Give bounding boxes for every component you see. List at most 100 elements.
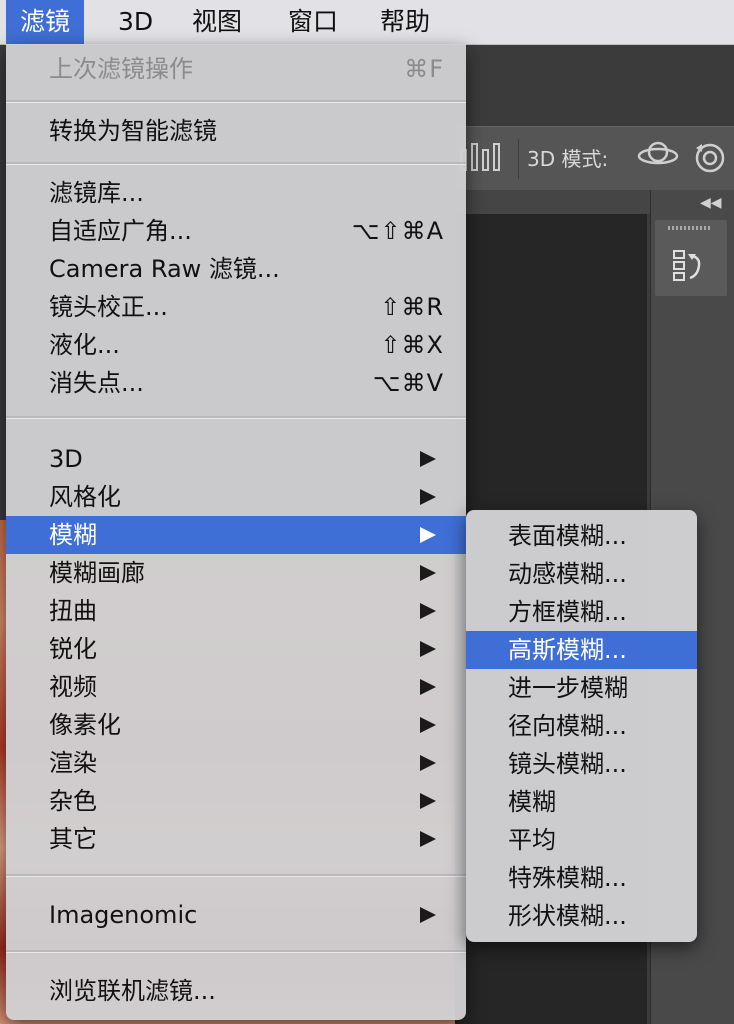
- menu-item-shortcut: ⇧⌘R: [380, 293, 444, 321]
- submenu-item-label: 动感模糊...: [508, 560, 627, 588]
- menu-item-sharpen[interactable]: 锐化: [6, 630, 466, 668]
- menu-item-vanishing-point[interactable]: 消失点... ⌥⌘V: [6, 364, 466, 402]
- menu-item-label: 其它: [49, 825, 97, 853]
- menu-item-label: 上次滤镜操作: [49, 55, 193, 83]
- submenu-item-lens-blur[interactable]: 镜头模糊...: [466, 745, 697, 783]
- menu-item-video[interactable]: 视频: [6, 668, 466, 706]
- panel-grip[interactable]: [668, 226, 712, 230]
- menu-item-last-filter: 上次滤镜操作 ⌘F: [6, 50, 466, 88]
- menu-item-label: 视频: [49, 673, 97, 701]
- menu-item-label: Camera Raw 滤镜...: [49, 255, 280, 283]
- menu-item-blur-gallery[interactable]: 模糊画廊: [6, 554, 466, 592]
- menu-item-liquify[interactable]: 液化... ⇧⌘X: [6, 326, 466, 364]
- submenu-item-label: 方框模糊...: [508, 598, 627, 626]
- menu-item-distort[interactable]: 扭曲: [6, 592, 466, 630]
- menubar-item-3d[interactable]: 3D: [104, 0, 167, 44]
- submenu-arrow-icon: [420, 907, 436, 923]
- submenu-arrow-icon: [420, 679, 436, 695]
- submenu-item-label: 特殊模糊...: [508, 864, 627, 892]
- menu-item-label: 模糊: [49, 521, 97, 549]
- submenu-item-shape-blur[interactable]: 形状模糊...: [466, 897, 697, 935]
- submenu-arrow-icon: [420, 451, 436, 467]
- submenu-item-label: 模糊: [508, 788, 556, 816]
- submenu-item-blur-more[interactable]: 进一步模糊: [466, 669, 697, 707]
- menu-item-label: 自适应广角...: [49, 217, 192, 245]
- menu-item-label: 扭曲: [49, 597, 97, 625]
- menu-item-shortcut: ⌥⌘V: [372, 369, 444, 397]
- submenu-item-smart-blur[interactable]: 特殊模糊...: [466, 859, 697, 897]
- menu-item-shortcut: ⌥⇧⌘A: [351, 217, 444, 245]
- menu-item-label: 滤镜库...: [49, 179, 144, 207]
- menubar-item-filter[interactable]: 滤镜: [6, 0, 85, 44]
- menu-divider: [6, 416, 466, 419]
- menu-item-label: 风格化: [49, 483, 121, 511]
- orbit-3d-icon[interactable]: [636, 138, 680, 172]
- menu-item-imagenomic[interactable]: Imagenomic: [6, 896, 466, 934]
- distribute-icon[interactable]: [460, 140, 502, 180]
- submenu-item-motion-blur[interactable]: 动感模糊...: [466, 555, 697, 593]
- menubar-item-view[interactable]: 视图: [178, 0, 256, 44]
- menu-item-lens-correction[interactable]: 镜头校正... ⇧⌘R: [6, 288, 466, 326]
- submenu-arrow-icon: [420, 527, 436, 543]
- submenu-arrow-icon: [420, 641, 436, 657]
- submenu-arrow-icon: [420, 831, 436, 847]
- menu-divider: [6, 100, 466, 103]
- menu-item-label: Imagenomic: [49, 901, 198, 929]
- submenu-item-label: 形状模糊...: [508, 902, 627, 930]
- menubar-item-help[interactable]: 帮助: [366, 0, 444, 44]
- menu-item-label: 像素化: [49, 711, 121, 739]
- menu-item-3d[interactable]: 3D: [6, 440, 466, 478]
- menu-item-filter-gallery[interactable]: 滤镜库...: [6, 174, 466, 212]
- menu-item-shortcut: ⇧⌘X: [380, 331, 444, 359]
- menu-item-render[interactable]: 渲染: [6, 744, 466, 782]
- submenu-item-radial-blur[interactable]: 径向模糊...: [466, 707, 697, 745]
- submenu-arrow-icon: [420, 565, 436, 581]
- menu-item-label: 消失点...: [49, 369, 144, 397]
- document-tab-bar: [455, 190, 650, 214]
- blur-submenu: 表面模糊... 动感模糊... 方框模糊... 高斯模糊... 进一步模糊 径向…: [466, 510, 697, 942]
- submenu-item-box-blur[interactable]: 方框模糊...: [466, 593, 697, 631]
- menu-bar: 滤镜 3D 视图 窗口 帮助: [0, 0, 734, 45]
- menu-item-label: 浏览联机滤镜...: [49, 977, 216, 1005]
- submenu-item-label: 进一步模糊: [508, 674, 628, 702]
- menu-item-convert-smart-filter[interactable]: 转换为智能滤镜: [6, 112, 466, 150]
- menu-divider: [6, 950, 466, 953]
- submenu-arrow-icon: [420, 603, 436, 619]
- submenu-item-blur[interactable]: 模糊: [466, 783, 697, 821]
- history-panel-icon[interactable]: [672, 248, 706, 290]
- 3d-mode-label: 3D 模式:: [527, 147, 609, 171]
- submenu-arrow-icon: [420, 717, 436, 733]
- menu-item-other[interactable]: 其它: [6, 820, 466, 858]
- menu-item-stylize[interactable]: 风格化: [6, 478, 466, 516]
- submenu-item-surface-blur[interactable]: 表面模糊...: [466, 517, 697, 555]
- menu-item-label: 3D: [49, 445, 83, 473]
- submenu-item-label: 镜头模糊...: [508, 750, 627, 778]
- menu-item-label: 渲染: [49, 749, 97, 777]
- submenu-item-label: 高斯模糊...: [508, 636, 627, 664]
- menubar-item-window[interactable]: 窗口: [274, 0, 352, 44]
- menu-item-adaptive-wide-angle[interactable]: 自适应广角... ⌥⇧⌘A: [6, 212, 466, 250]
- submenu-item-label: 径向模糊...: [508, 712, 627, 740]
- menu-item-label: 模糊画廊: [49, 559, 145, 587]
- menu-item-label: 液化...: [49, 331, 120, 359]
- rotate-3d-icon[interactable]: [690, 138, 730, 178]
- menu-item-camera-raw[interactable]: Camera Raw 滤镜...: [6, 250, 466, 288]
- menu-item-pixelate[interactable]: 像素化: [6, 706, 466, 744]
- submenu-arrow-icon: [420, 489, 436, 505]
- toolbar-divider: [518, 139, 519, 179]
- submenu-item-label: 表面模糊...: [508, 522, 627, 550]
- menu-divider: [6, 874, 466, 877]
- menu-item-label: 转换为智能滤镜: [49, 117, 217, 145]
- submenu-item-average[interactable]: 平均: [466, 821, 697, 859]
- menu-divider: [6, 162, 466, 165]
- filter-menu: 上次滤镜操作 ⌘F 转换为智能滤镜 滤镜库... 自适应广角... ⌥⇧⌘A C…: [6, 44, 466, 1020]
- menu-item-browse-filters-online[interactable]: 浏览联机滤镜...: [6, 972, 466, 1010]
- menu-item-noise[interactable]: 杂色: [6, 782, 466, 820]
- menu-item-blur[interactable]: 模糊: [6, 516, 466, 554]
- menu-item-shortcut: ⌘F: [404, 55, 444, 83]
- menu-item-label: 杂色: [49, 787, 97, 815]
- submenu-arrow-icon: [420, 755, 436, 771]
- menu-item-label: 镜头校正...: [49, 293, 168, 321]
- collapse-panels-icon[interactable]: ◀◀: [700, 195, 722, 211]
- submenu-item-gaussian-blur[interactable]: 高斯模糊...: [466, 631, 697, 669]
